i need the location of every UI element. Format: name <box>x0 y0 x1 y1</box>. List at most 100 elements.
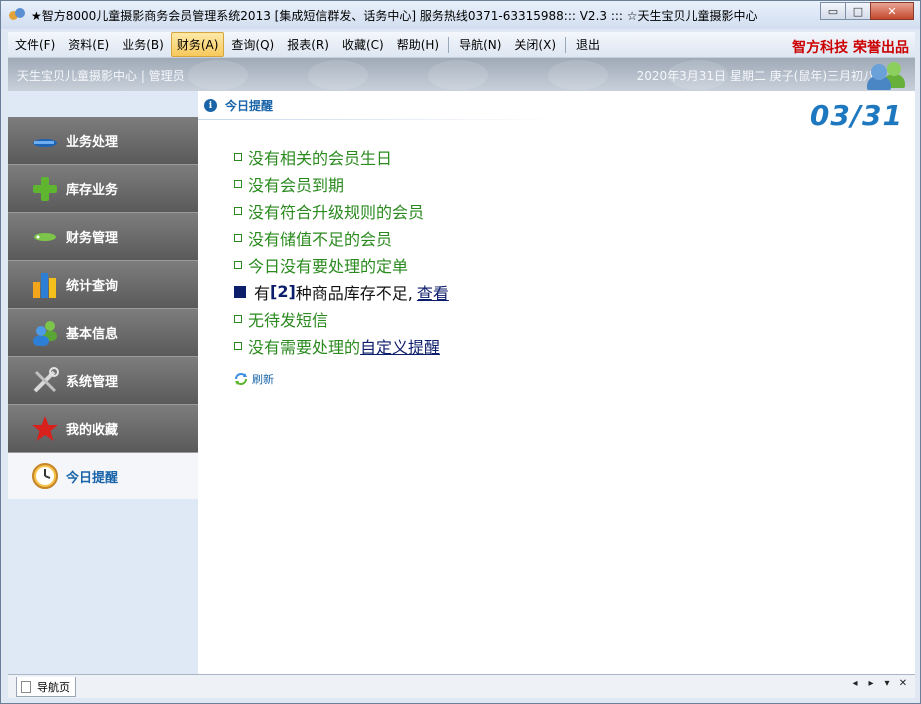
tab-controls: ◂ ▸ ▾ ✕ <box>847 678 911 689</box>
document-icon <box>21 680 31 693</box>
sidebar-item-favorites[interactable]: 我的收藏 <box>8 405 198 453</box>
clock-icon <box>32 463 58 489</box>
panel-header: i 今日提醒 <box>204 97 273 114</box>
date-label: 2020年3月31日 星期二 庚子(鼠年)三月初八 <box>636 69 875 83</box>
pen-icon <box>33 138 57 147</box>
alert-text: 没有储值不足的会员 <box>248 229 393 249</box>
view-stock-link[interactable]: 查看 <box>417 280 449 304</box>
menu-business[interactable]: 业务(B) <box>116 32 170 57</box>
sidebar-item-label: 系统管理 <box>66 375 119 390</box>
menu-finance[interactable]: 财务(A) <box>170 32 225 57</box>
bullet-icon <box>234 285 246 298</box>
scroll-right-button[interactable]: ▸ <box>863 678 879 689</box>
header-band: 天生宝贝儿童摄影中心 | 管理员 2020年3月31日 星期二 庚子(鼠年)三月… <box>8 58 915 91</box>
window-controls: ▭ □ ✕ <box>820 2 914 20</box>
alert-text: 没有相关的会员生日 <box>248 148 393 168</box>
big-date: 03/31 <box>809 99 903 132</box>
users-icon <box>867 60 907 90</box>
stock-count: [2] <box>270 282 296 301</box>
sidebar-item-finance[interactable]: 财务管理 <box>8 213 198 261</box>
sidebar-item-label: 统计查询 <box>66 279 119 294</box>
close-button[interactable]: ✕ <box>870 2 914 20</box>
info-icon: i <box>204 99 217 112</box>
menu-report[interactable]: 报表(R) <box>281 32 335 57</box>
tab-label: 导航页 <box>37 680 70 694</box>
alert-text: 种商品库存不足, <box>295 283 413 303</box>
menu-data[interactable]: 资料(E) <box>62 32 115 57</box>
list-item: 没有符合升级规则的会员 <box>234 197 449 224</box>
users-icon <box>33 320 57 346</box>
list-item: 没有相关的会员生日 <box>234 143 449 170</box>
panel-title: 今日提醒 <box>225 99 274 113</box>
list-item: 没有需要处理的 自定义提醒 <box>234 332 449 359</box>
bullet-icon <box>234 179 242 188</box>
refresh-label: 刷新 <box>252 373 274 386</box>
window-title: ★智方8000儿童摄影商务会员管理系统2013 [集成短信群发、话务中心] 服务… <box>31 8 758 23</box>
menu-close[interactable]: 关闭(X) <box>508 32 562 57</box>
custom-reminder-link[interactable]: 自定义提醒 <box>360 334 440 358</box>
refresh-icon <box>235 373 247 385</box>
bullet-icon <box>234 260 242 269</box>
app-window: ★智方8000儿童摄影商务会员管理系统2013 [集成短信群发、话务中心] 服务… <box>0 0 921 704</box>
menu-separator <box>448 36 450 53</box>
sidebar: 业务处理 库存业务 财务管理 统计查询 基本信息 系统管理 我的收藏 今日提醒 <box>8 91 198 674</box>
alert-text: 没有需要处理的 <box>248 337 361 357</box>
plus-icon <box>33 176 57 201</box>
sidebar-item-inventory[interactable]: 库存业务 <box>8 165 198 213</box>
alert-text: 有 <box>254 283 271 303</box>
sidebar-item-label: 业务处理 <box>66 135 119 150</box>
reminder-list: 没有相关的会员生日 没有会员到期 没有符合升级规则的会员 没有储值不足的会员 今… <box>234 143 449 359</box>
sidebar-item-label: 财务管理 <box>66 231 119 246</box>
bar-chart-icon <box>33 272 56 298</box>
bullet-icon <box>234 152 242 161</box>
menu-separator <box>565 36 567 53</box>
sidebar-item-label: 库存业务 <box>66 183 119 198</box>
tab-navigation-page[interactable]: 导航页 <box>16 677 76 697</box>
alert-text: 没有符合升级规则的会员 <box>248 202 425 222</box>
menu-query[interactable]: 查询(Q) <box>225 32 280 57</box>
bullet-icon <box>234 341 242 350</box>
stock-alert: 有 [2] 种商品库存不足, 查看 <box>234 278 449 305</box>
sidebar-header <box>8 91 198 117</box>
tools-icon <box>33 366 59 392</box>
sidebar-item-system[interactable]: 系统管理 <box>8 357 198 405</box>
close-tab-button[interactable]: ✕ <box>895 678 911 689</box>
title-bar[interactable]: ★智方8000儿童摄影商务会员管理系统2013 [集成短信群发、话务中心] 服务… <box>1 1 920 29</box>
sidebar-item-label: 基本信息 <box>66 327 119 342</box>
sidebar-item-today-reminder[interactable]: 今日提醒 <box>8 453 198 499</box>
menu-help[interactable]: 帮助(H) <box>391 32 445 57</box>
alert-text: 无待发短信 <box>248 310 329 330</box>
menu-exit[interactable]: 退出 <box>570 32 606 57</box>
sidebar-item-statistics[interactable]: 统计查询 <box>8 261 198 309</box>
minimize-button[interactable]: ▭ <box>820 2 846 20</box>
org-user-label: 天生宝贝儿童摄影中心 | 管理员 <box>17 69 185 83</box>
brand-label: 智方科技 荣誉出品 <box>792 40 909 56</box>
scroll-left-button[interactable]: ◂ <box>847 678 863 689</box>
list-item: 今日没有要处理的定单 <box>234 251 449 278</box>
main-panel: i 今日提醒 03/31 没有相关的会员生日 没有会员到期 没有符合升级规则的会… <box>198 91 915 674</box>
maximize-button[interactable]: □ <box>845 2 871 20</box>
bullet-icon <box>234 233 242 242</box>
alert-text: 没有会员到期 <box>248 175 345 195</box>
divider <box>198 119 558 120</box>
menu-file[interactable]: 文件(F) <box>9 32 61 57</box>
app-logo-icon <box>9 7 25 23</box>
menu-favorites[interactable]: 收藏(C) <box>336 32 390 57</box>
list-item: 没有储值不足的会员 <box>234 224 449 251</box>
alert-text: 今日没有要处理的定单 <box>248 256 409 276</box>
menu-bar: 文件(F) 资料(E) 业务(B) 财务(A) 查询(Q) 报表(R) 收藏(C… <box>8 32 915 58</box>
bullet-icon <box>234 314 242 323</box>
star-icon <box>32 415 58 441</box>
sidebar-item-label: 我的收藏 <box>66 423 119 438</box>
refresh-button[interactable]: 刷新 <box>234 371 274 387</box>
document-tab-bar: 导航页 ◂ ▸ ▾ ✕ <box>8 674 915 698</box>
bullet-icon <box>234 206 242 215</box>
sidebar-item-label: 今日提醒 <box>66 470 119 486</box>
tag-icon <box>34 232 56 241</box>
menu-navigate[interactable]: 导航(N) <box>453 32 507 57</box>
list-item: 没有会员到期 <box>234 170 449 197</box>
sidebar-item-basic-info[interactable]: 基本信息 <box>8 309 198 357</box>
sidebar-item-business[interactable]: 业务处理 <box>8 117 198 165</box>
list-item: 无待发短信 <box>234 305 449 332</box>
tab-list-button[interactable]: ▾ <box>879 678 895 689</box>
